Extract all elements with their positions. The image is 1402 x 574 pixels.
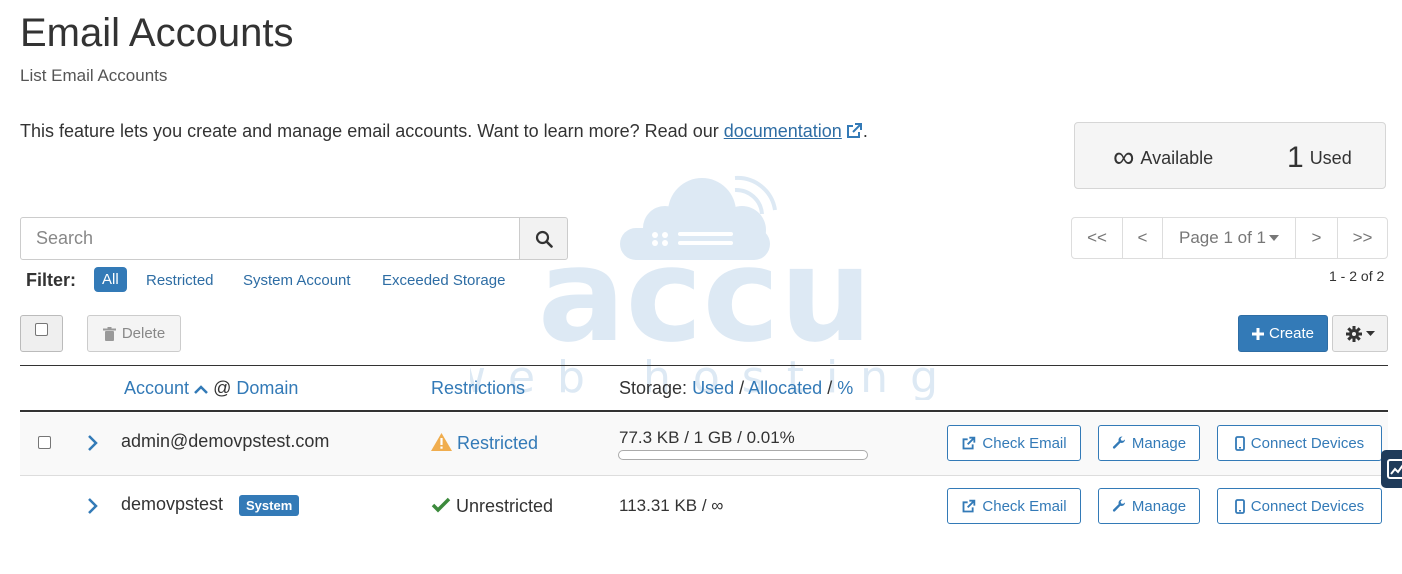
column-account-label[interactable]: Account [124,378,189,398]
search-icon [535,230,553,248]
external-link-icon [962,499,976,512]
row-account: demovpstest [121,494,224,514]
row-divider [20,475,1388,476]
intro-end: . [862,121,868,141]
caret-down-icon [1268,235,1279,241]
row-restriction-label[interactable]: Restricted [457,433,538,453]
chevron-right-icon[interactable] [87,434,99,452]
side-panel-tab[interactable] [1381,450,1402,488]
intro-sentence: This feature lets you create and manage … [20,121,724,141]
table-top-border [20,365,1388,366]
mobile-icon [1234,498,1245,514]
watermark-line1: accu [538,219,872,371]
used-stat: 1 Used [1287,141,1352,175]
external-link-icon [962,436,976,449]
manage-label: Manage [1131,434,1187,452]
documentation-link[interactable]: documentation [724,121,842,141]
intro-text: This feature lets you create and manage … [20,121,868,142]
delete-button[interactable]: Delete [87,315,181,352]
check-icon [431,497,451,513]
wrench-icon [1112,436,1125,449]
column-storage-used[interactable]: Used [692,378,734,398]
column-domain-label[interactable]: Domain [236,378,298,398]
filter-system-account[interactable]: System Account [243,272,351,289]
page-next-button[interactable]: > [1296,218,1338,258]
available-label: Available [1140,148,1214,168]
warning-icon [431,433,452,451]
filter-exceeded-storage[interactable]: Exceeded Storage [382,272,505,289]
column-storage-allocated[interactable]: Allocated [748,378,822,398]
page-prev-button[interactable]: < [1123,218,1163,258]
system-badge: System [239,495,300,516]
check-email-button[interactable]: Check Email [947,488,1081,524]
search-button[interactable] [519,217,568,260]
create-label: Create [1268,325,1315,342]
page-title: Email Accounts [20,11,294,55]
mobile-icon [1234,435,1245,451]
available-stat: ∞ Available [1113,141,1213,175]
column-storage-label: Storage: [619,378,688,398]
search-group [20,217,568,260]
row-restriction: Restricted [431,433,538,454]
used-value: 1 [1287,141,1304,174]
manage-button[interactable]: Manage [1098,488,1200,524]
settings-dropdown-button[interactable] [1332,315,1388,352]
column-separator: / [739,378,745,398]
caret-down-icon [1365,331,1375,336]
plus-icon [1251,327,1264,340]
table-header-border [20,410,1388,412]
row-storage: 113.31 KB / ∞ [619,496,724,515]
column-separator: / [827,378,833,398]
chevron-right-icon[interactable] [87,497,99,515]
sort-ascending-icon[interactable] [194,385,208,394]
delete-label: Delete [121,325,166,342]
select-all-control[interactable] [20,315,63,352]
row-restriction: Unrestricted [431,496,553,517]
search-input[interactable] [20,217,520,260]
column-storage: Storage: Used / Allocated / % [619,378,853,399]
create-button[interactable]: Create [1238,315,1328,352]
row-checkbox[interactable] [38,436,51,449]
row-restriction-label: Unrestricted [456,496,554,516]
check-email-button[interactable]: Check Email [947,425,1081,461]
wrench-icon [1112,499,1125,512]
filter-label: Filter: [26,270,77,290]
trash-icon [102,326,116,341]
row-account: admin@demovpstest.com [121,431,330,451]
column-account-domain[interactable]: Account @ Domain [124,378,298,399]
check-email-label: Check Email [982,497,1067,515]
gear-icon [1345,325,1362,342]
filter-restricted[interactable]: Restricted [146,272,214,289]
available-value: ∞ [1113,141,1135,174]
manage-label: Manage [1131,497,1187,515]
row-storage: 77.3 KB / 1 GB / 0.01% [619,428,795,447]
connect-devices-label: Connect Devices [1250,497,1365,515]
check-email-label: Check Email [982,434,1067,452]
connect-devices-button[interactable]: Connect Devices [1217,425,1382,461]
column-storage-percent[interactable]: % [837,378,853,398]
pagination: << < Page 1 of 1 > >> [1071,217,1388,259]
page-subtitle: List Email Accounts [20,66,168,85]
storage-progress-bar [618,450,868,460]
chart-icon [1387,459,1402,479]
used-label: Used [1309,148,1352,168]
filter-all[interactable]: All [94,267,127,292]
page-last-button[interactable]: >> [1338,218,1387,258]
column-at-symbol: @ [213,378,232,398]
page-first-button[interactable]: << [1072,218,1123,258]
column-restrictions[interactable]: Restrictions [431,378,525,399]
external-link-icon[interactable] [845,122,863,140]
select-all-checkbox[interactable] [35,323,48,336]
stats-panel: ∞ Available 1 Used [1074,122,1386,189]
result-range: 1 - 2 of 2 [1329,268,1385,284]
page-select[interactable]: Page 1 of 1 [1163,218,1296,258]
connect-devices-label: Connect Devices [1250,434,1365,452]
manage-button[interactable]: Manage [1098,425,1200,461]
page-label: Page 1 of 1 [1179,228,1266,247]
connect-devices-button[interactable]: Connect Devices [1217,488,1382,524]
